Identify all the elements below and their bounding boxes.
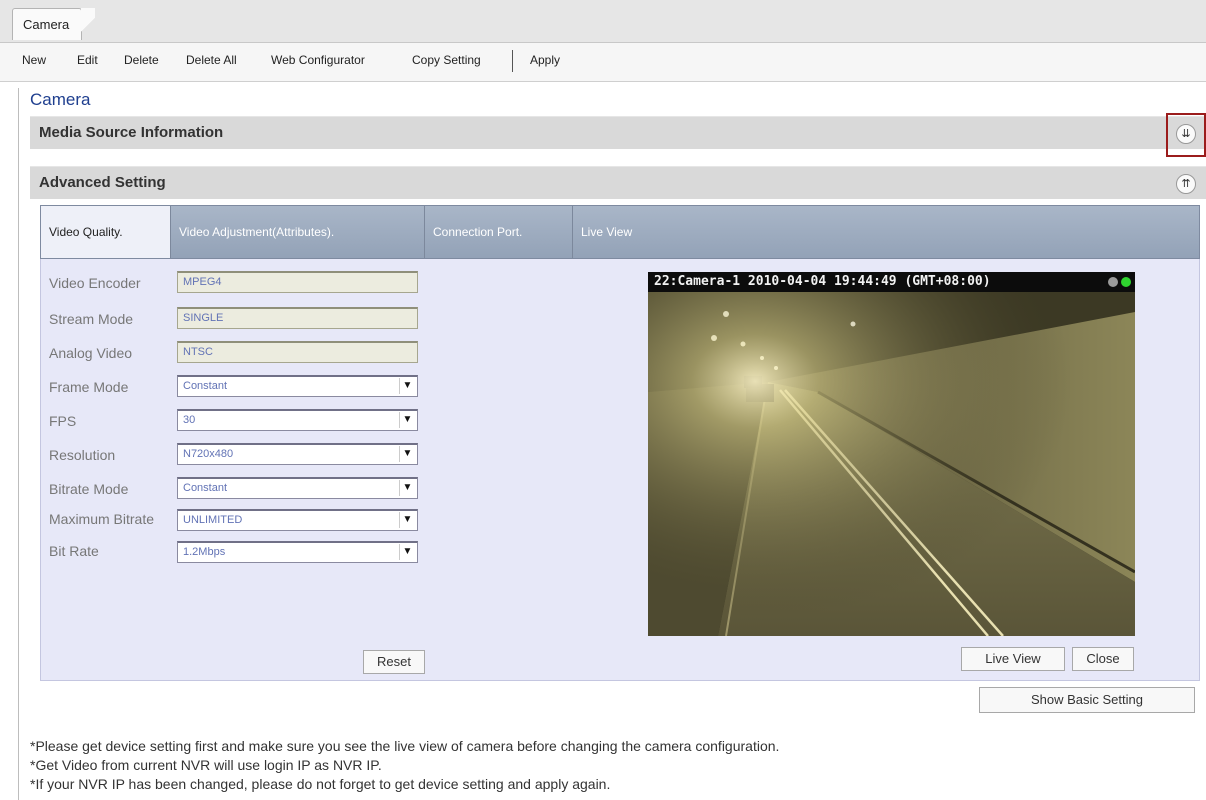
advanced-setting-section-header[interactable]: Advanced Setting ⇈ [30,166,1206,199]
show-basic-setting-button[interactable]: Show Basic Setting [979,687,1195,713]
close-button[interactable]: Close [1072,647,1134,671]
analog-video-label: Analog Video [49,345,133,361]
tab-live-view[interactable]: Live View [573,206,773,258]
bitrate-mode-select[interactable]: Constant ▼ [177,477,418,499]
dropdown-arrow-icon[interactable]: ▼ [399,412,415,428]
frame-mode-value: Constant [183,380,228,392]
analog-video-field: NTSC [177,341,418,363]
frame-mode-select[interactable]: Constant ▼ [177,375,418,397]
content-border [18,88,19,800]
media-source-section-header[interactable]: Media Source Information ⇊ [30,116,1206,149]
status-green-icon [1121,277,1131,287]
camera-live-view: 22:Camera-1 2010-04-04 19:44:49 (GMT+08:… [648,272,1135,636]
bitrate-mode-label: Bitrate Mode [49,481,129,497]
reset-button[interactable]: Reset [363,650,425,674]
web-configurator-button[interactable]: Web Configurator [271,53,365,67]
tab-connection-port[interactable]: Connection Port. [425,206,573,258]
resolution-label: Resolution [49,447,116,463]
delete-button[interactable]: Delete [124,53,159,67]
max-bitrate-label: Maximum Bitrate [49,511,155,527]
copy-setting-button[interactable]: Copy Setting [412,53,481,67]
collapse-chevron-icon[interactable]: ⇈ [1176,174,1196,194]
resolution-value: N720x480 [183,448,234,460]
max-bitrate-select[interactable]: UNLIMITED ▼ [177,509,418,531]
window-tab-strip: Camera [0,0,1206,43]
dropdown-arrow-icon[interactable]: ▼ [399,544,415,560]
dropdown-arrow-icon[interactable]: ▼ [399,512,415,528]
tab-video-quality[interactable]: Video Quality. [41,206,171,258]
toolbar-separator [512,50,513,72]
tunnel-video-frame [648,272,1135,636]
dropdown-arrow-icon[interactable]: ▼ [399,378,415,394]
video-encoder-field: MPEG4 [177,271,418,293]
delete-all-button[interactable]: Delete All [186,53,237,67]
bit-rate-select[interactable]: 1.2Mbps ▼ [177,541,418,563]
media-source-title: Media Source Information [39,124,224,141]
fps-value: 30 [183,414,196,426]
dropdown-arrow-icon[interactable]: ▼ [399,480,415,496]
bit-rate-value: 1.2Mbps [183,546,226,558]
highlight-frame [1166,113,1206,157]
dropdown-arrow-icon[interactable]: ▼ [399,446,415,462]
stream-mode-label: Stream Mode [49,311,134,327]
notes: *Please get device setting first and mak… [30,737,779,794]
camera-overlay-text: 22:Camera-1 2010-04-04 19:44:49 (GMT+08:… [648,272,1135,292]
live-view-button[interactable]: Live View [961,647,1065,671]
window-tab-label: Camera [23,17,70,32]
bit-rate-label: Bit Rate [49,543,99,559]
stream-mode-field: SINGLE [177,307,418,329]
advanced-setting-title: Advanced Setting [39,174,166,191]
note-line: *If your NVR IP has been changed, please… [30,776,611,792]
note-line: *Get Video from current NVR will use log… [30,757,382,773]
new-button[interactable]: New [22,53,46,67]
page-title: Camera [30,90,91,109]
fps-select[interactable]: 30 ▼ [177,409,418,431]
video-encoder-label: Video Encoder [49,275,141,291]
tab-video-adjustment[interactable]: Video Adjustment(Attributes). [171,206,425,258]
apply-button[interactable]: Apply [530,53,560,67]
note-line: *Please get device setting first and mak… [30,738,780,754]
toolbar: New Edit Delete Delete All Web Configura… [0,43,1206,82]
frame-mode-label: Frame Mode [49,379,129,395]
status-gray-icon [1108,277,1118,287]
bitrate-mode-value: Constant [183,482,228,494]
edit-button[interactable]: Edit [77,53,98,67]
max-bitrate-value: UNLIMITED [183,514,243,526]
window-tab-camera[interactable]: Camera [12,8,95,41]
resolution-select[interactable]: N720x480 ▼ [177,443,418,465]
fps-label: FPS [49,413,77,429]
settings-tab-bar: Video Quality. Video Adjustment(Attribut… [40,205,1200,259]
